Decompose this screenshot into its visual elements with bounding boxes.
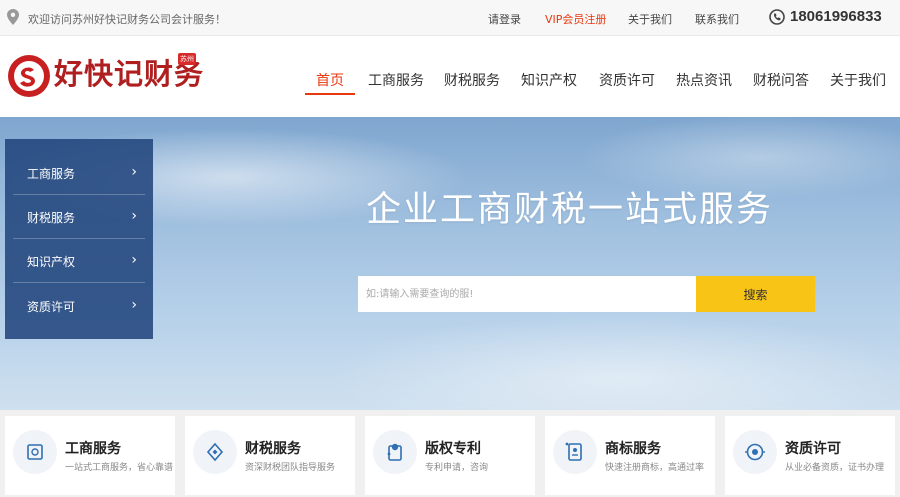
- service-title: 版权专利: [425, 441, 481, 457]
- top-bar: 欢迎访问苏州好快记财务公司会计服务！ 请登录 VIP会员注册 关于我们 联系我们…: [0, 0, 900, 36]
- sidebar-item-tax[interactable]: 财税服务 ›: [13, 195, 145, 239]
- service-desc: 从业必备资质，证书办理: [785, 463, 885, 473]
- phone-icon: [769, 9, 785, 25]
- service-desc: 资深财税团队指导服务: [245, 463, 336, 473]
- service-card-trademark[interactable]: 商标服务 快速注册商标，高通过率: [545, 416, 715, 495]
- logo-badge: 苏州: [178, 53, 196, 65]
- building-icon: [13, 430, 57, 474]
- chevron-right-icon: ›: [131, 252, 137, 268]
- nav-active-indicator: [305, 93, 355, 95]
- service-title: 资质许可: [785, 441, 841, 457]
- nav-hot-news[interactable]: 热点资讯: [676, 70, 732, 90]
- category-sidebar: 工商服务 › 财税服务 › 知识产权 › 资质许可 ›: [5, 139, 153, 339]
- service-title: 商标服务: [605, 441, 661, 457]
- nav-tax-services[interactable]: 财税服务: [444, 70, 500, 90]
- nav-qualification-license[interactable]: 资质许可: [599, 70, 655, 90]
- contact-us-link[interactable]: 联系我们: [695, 11, 739, 27]
- sidebar-item-business[interactable]: 工商服务 ›: [13, 151, 145, 195]
- patent-icon: [373, 430, 417, 474]
- sidebar-item-label: 知识产权: [27, 255, 76, 269]
- header: 好快记财务 苏州 首页 工商服务 财税服务 知识产权 资质许可 热点资讯 财税问…: [0, 37, 900, 117]
- nav-about-us[interactable]: 关于我们: [830, 70, 886, 90]
- service-card-patent[interactable]: 版权专利 专利申请，咨询: [365, 416, 535, 495]
- welcome-text: 欢迎访问苏州好快记财务公司会计服务！: [28, 13, 226, 26]
- chevron-right-icon: ›: [131, 297, 137, 313]
- logo-icon[interactable]: [6, 53, 52, 99]
- search-input[interactable]: [358, 276, 696, 312]
- sidebar-item-label: 资质许可: [27, 300, 76, 314]
- service-desc: 一站式工商服务，省心靠谱: [65, 463, 174, 473]
- service-title: 工商服务: [65, 441, 121, 457]
- service-card-license[interactable]: 资质许可 从业必备资质，证书办理: [725, 416, 895, 495]
- location-icon: [7, 9, 19, 25]
- tax-icon: [193, 430, 237, 474]
- sidebar-item-license[interactable]: 资质许可 ›: [13, 284, 145, 328]
- license-icon: [733, 430, 777, 474]
- service-title: 财税服务: [245, 441, 301, 457]
- nav-intellectual-property[interactable]: 知识产权: [521, 70, 577, 90]
- service-card-tax[interactable]: 财税服务 资深财税团队指导服务: [185, 416, 355, 495]
- vip-register-link[interactable]: VIP会员注册: [545, 11, 606, 27]
- nav-home[interactable]: 首页: [316, 70, 344, 90]
- chevron-right-icon: ›: [131, 208, 137, 224]
- nav-business-services[interactable]: 工商服务: [368, 70, 424, 90]
- phone-number: 18061996833: [790, 8, 882, 25]
- nav-tax-qa[interactable]: 财税问答: [753, 70, 809, 90]
- login-link[interactable]: 请登录: [488, 11, 521, 27]
- service-desc: 快速注册商标，高通过率: [605, 463, 705, 473]
- service-card-business[interactable]: 工商服务 一站式工商服务，省心靠谱: [5, 416, 175, 495]
- about-us-link[interactable]: 关于我们: [628, 11, 672, 27]
- sidebar-item-ip[interactable]: 知识产权 ›: [13, 239, 145, 283]
- sidebar-item-label: 财税服务: [27, 211, 76, 225]
- service-desc: 专利申请，咨询: [425, 463, 489, 473]
- banner-title: 企业工商财税一站式服务: [366, 190, 774, 230]
- sidebar-item-label: 工商服务: [27, 167, 76, 181]
- chevron-right-icon: ›: [131, 164, 137, 180]
- search-button[interactable]: 搜索: [696, 276, 815, 312]
- trademark-icon: [553, 430, 597, 474]
